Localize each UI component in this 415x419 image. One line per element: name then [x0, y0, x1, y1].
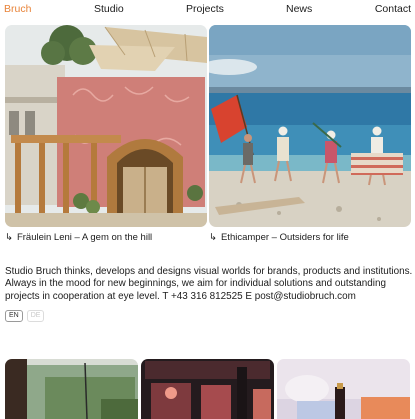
project-card-ethicamper[interactable] [209, 25, 411, 227]
brand-logo-link[interactable]: Bruch [4, 3, 31, 15]
project-image-fraulein-leni [5, 25, 207, 227]
language-option-de[interactable]: DE [26, 310, 45, 322]
project-card-thumbnail[interactable] [277, 359, 410, 419]
project-card-fraulein-leni[interactable] [5, 25, 207, 227]
language-option-en[interactable]: EN [5, 310, 23, 322]
nav-link-contact[interactable]: Contact [375, 3, 411, 15]
return-arrow-icon: ↳ [5, 232, 13, 243]
nav-link-projects[interactable]: Projects [186, 3, 224, 15]
nav-link-studio[interactable]: Studio [94, 3, 124, 15]
project-caption-ethicamper[interactable]: ↳ Ethicamper – Outsiders for life [209, 232, 349, 243]
project-caption-fraulein-leni[interactable]: ↳ Fräulein Leni – A gem on the hill [5, 232, 152, 243]
project-image [277, 359, 410, 419]
language-switcher: EN DE [5, 310, 45, 322]
project-image-ethicamper [209, 25, 411, 227]
project-image [5, 359, 138, 419]
project-title: Ethicamper – Outsiders for life [220, 232, 349, 243]
project-card-thumbnail[interactable] [141, 359, 274, 419]
project-image [141, 359, 274, 419]
studio-intro-text: Studio Bruch thinks, develops and design… [5, 266, 413, 302]
project-title: Fräulein Leni – A gem on the hill [16, 232, 153, 243]
project-card-thumbnail[interactable] [5, 359, 138, 419]
top-navigation: Bruch Studio Projects News Contact [0, 0, 415, 18]
return-arrow-icon: ↳ [209, 232, 217, 243]
nav-link-news[interactable]: News [286, 3, 312, 15]
